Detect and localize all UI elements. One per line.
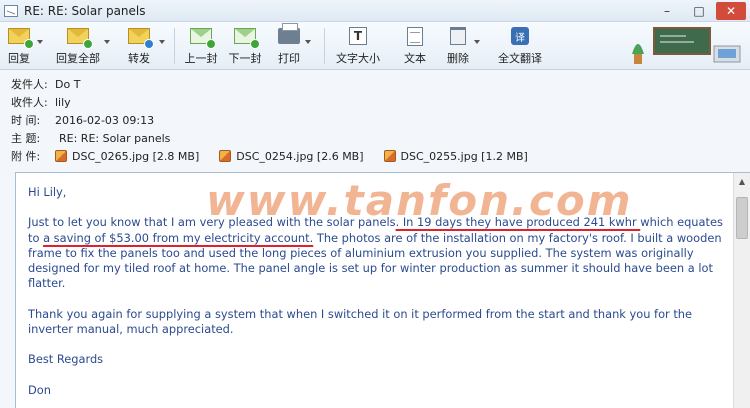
- title-bar: RE: RE: Solar panels – □ ✕: [0, 0, 750, 22]
- document-icon: [402, 26, 428, 46]
- paragraph-2: Thank you again for supplying a system t…: [28, 306, 693, 336]
- forward-dropdown-icon[interactable]: [159, 40, 165, 44]
- image-file-icon: [383, 150, 396, 162]
- attachment-item[interactable]: DSC_0265.jpg [2.8 MB]: [55, 150, 199, 163]
- toolbar: 回复 回复全部 转发 上一封 下一封 打印 T 文字大小 文本 删除 译 全文翻…: [0, 22, 750, 70]
- reply-all-label: 回复全部: [56, 52, 100, 65]
- from-row: 发件人: Do T: [11, 76, 80, 92]
- next-message-button[interactable]: 下一封: [228, 24, 262, 68]
- highlighted-saving: a saving of $53.00 from my electricity a…: [43, 230, 314, 245]
- time-row: 时 间: 2016-02-03 09:13: [11, 112, 154, 128]
- reply-dropdown-icon[interactable]: [37, 40, 43, 44]
- closing: Best Regards: [28, 352, 104, 367]
- reply-all-icon: [65, 26, 93, 49]
- maximize-button[interactable]: □: [684, 2, 714, 20]
- plain-text-button[interactable]: 文本: [402, 24, 428, 68]
- plain-text-label: 文本: [404, 52, 426, 65]
- attachment-name: DSC_0254.jpg [2.6 MB]: [236, 149, 364, 163]
- time-label: 时 间:: [11, 114, 41, 127]
- subject-label: 主 题:: [11, 132, 41, 145]
- from-label: 发件人:: [11, 78, 48, 91]
- attachment-item[interactable]: DSC_0255.jpg [1.2 MB]: [383, 149, 528, 163]
- trash-icon: [445, 26, 471, 46]
- attachment-item[interactable]: DSC_0254.jpg [2.6 MB]: [219, 149, 364, 163]
- forward-button[interactable]: 转发: [124, 24, 154, 68]
- attachments-label: 附 件:: [11, 150, 41, 163]
- message-headers: 发件人: Do T 收件人: lily 时 间: 2016-02-03 09:1…: [0, 70, 750, 170]
- to-row: 收件人: lily: [11, 94, 71, 110]
- scroll-up-icon[interactable]: ▲: [734, 173, 750, 189]
- font-size-icon: T: [345, 26, 371, 46]
- translate-button[interactable]: 译 全文翻译: [496, 24, 544, 68]
- translate-label: 全文翻译: [498, 52, 542, 65]
- minimize-button[interactable]: –: [652, 2, 682, 20]
- paragraph-1: Just to let you know that I am very plea…: [28, 215, 733, 291]
- print-dropdown-icon[interactable]: [305, 40, 311, 44]
- from-value[interactable]: Do T: [55, 78, 80, 91]
- watermark: www.tanfon.com: [206, 176, 633, 225]
- delete-dropdown-icon[interactable]: [474, 40, 480, 44]
- subject-value: RE: RE: Solar panels: [59, 131, 171, 145]
- next-message-icon: [232, 26, 260, 49]
- reply-label: 回复: [8, 52, 30, 65]
- reply-button[interactable]: 回复: [4, 24, 34, 68]
- signature: Don: [28, 382, 51, 397]
- attachment-name: DSC_0255.jpg [1.2 MB]: [400, 149, 528, 163]
- delete-label: 删除: [447, 52, 469, 65]
- scrollbar-thumb[interactable]: [736, 197, 748, 239]
- next-message-label: 下一封: [228, 52, 262, 65]
- window-title: RE: RE: Solar panels: [24, 3, 146, 18]
- print-button[interactable]: 打印: [276, 23, 302, 68]
- to-value[interactable]: lily: [55, 96, 71, 109]
- time-value: 2016-02-03 09:13: [55, 113, 155, 127]
- translate-icon: 译: [507, 26, 533, 46]
- reply-all-dropdown-icon[interactable]: [104, 40, 110, 44]
- close-button[interactable]: ✕: [716, 2, 746, 20]
- toolbar-separator: [174, 28, 175, 64]
- toolbar-separator: [324, 28, 325, 64]
- prev-message-button[interactable]: 上一封: [184, 24, 218, 68]
- mail-icon: [4, 4, 18, 17]
- font-size-label: 文字大小: [336, 52, 380, 65]
- subject-row: 主 题: RE: RE: Solar panels: [11, 130, 170, 146]
- image-file-icon: [55, 150, 67, 162]
- reply-icon: [6, 26, 34, 49]
- classroom-decoration-icon: [632, 27, 741, 64]
- printer-icon: [276, 23, 302, 46]
- forward-icon: [126, 26, 154, 49]
- font-size-button[interactable]: T 文字大小: [336, 24, 380, 68]
- reply-all-button[interactable]: 回复全部: [56, 24, 100, 68]
- attachments-row: 附 件: DSC_0265.jpg [2.8 MB] DSC_0254.jpg …: [11, 148, 548, 164]
- vertical-scrollbar[interactable]: ▲: [733, 173, 750, 408]
- image-file-icon: [219, 150, 232, 162]
- window-controls: – □ ✕: [652, 2, 746, 20]
- print-label: 打印: [278, 52, 300, 65]
- prev-message-icon: [188, 26, 216, 49]
- attachment-name: DSC_0265.jpg [2.8 MB]: [72, 149, 200, 163]
- forward-label: 转发: [128, 52, 150, 65]
- to-label: 收件人:: [11, 96, 48, 109]
- prev-message-label: 上一封: [184, 52, 218, 65]
- delete-button[interactable]: 删除: [445, 24, 471, 68]
